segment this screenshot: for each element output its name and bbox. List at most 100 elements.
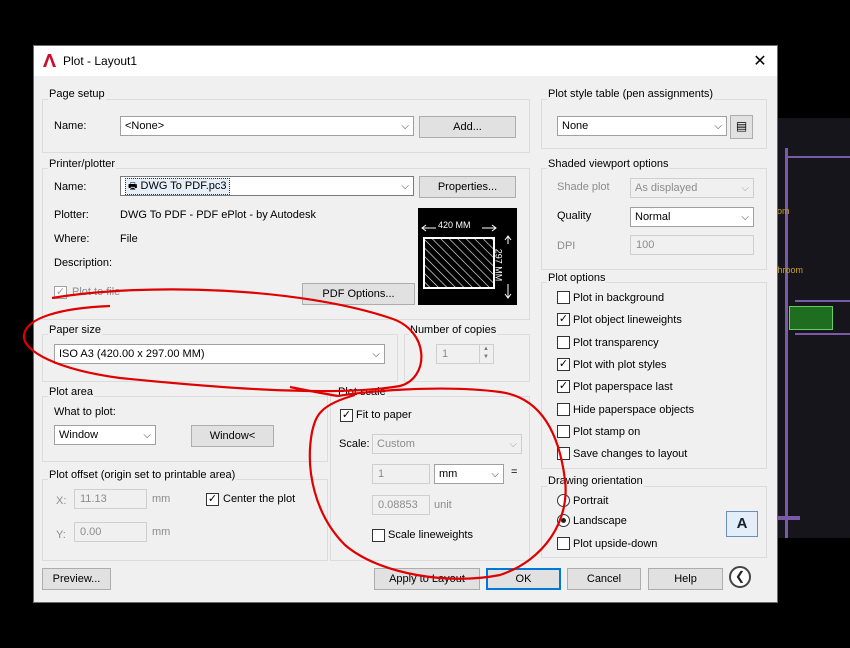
collapse-options-icon[interactable]: ❮	[729, 566, 751, 588]
fit-to-paper-checkbox[interactable]: ✓	[340, 409, 353, 422]
ok-button[interactable]: OK	[486, 568, 561, 590]
printer-icon: 🖶	[128, 181, 138, 192]
plot-area-title: Plot area	[48, 386, 95, 398]
fit-to-paper-label: Fit to paper	[356, 409, 412, 421]
plot-offset-title: Plot offset (origin set to printable are…	[48, 469, 237, 481]
plot-option-label: Plot transparency	[573, 336, 659, 349]
help-button[interactable]: Help	[648, 568, 723, 590]
center-plot-label: Center the plot	[223, 493, 296, 505]
scale-value2-input[interactable]: 0.08853	[372, 495, 430, 515]
cad-wall	[795, 300, 850, 302]
plot-scale-title: Plot scale	[337, 386, 387, 398]
plot-option-label: Plot in background	[573, 292, 665, 304]
plot-option-checkbox[interactable]: ✓	[557, 357, 570, 371]
offset-x-unit: mm	[152, 493, 171, 505]
add-button[interactable]: Add...	[419, 116, 516, 138]
apply-to-layout-button[interactable]: Apply to Layout	[374, 568, 480, 590]
preview-button[interactable]: Preview...	[42, 568, 111, 590]
pdf-options-button[interactable]: PDF Options...	[302, 283, 415, 305]
offset-y-unit: mm	[152, 526, 171, 538]
shade-plot-select[interactable]: As displayed ⌵	[630, 178, 754, 198]
what-to-plot-select[interactable]: Window ⌵	[54, 425, 156, 445]
offset-x-label: X:	[56, 495, 67, 507]
chevron-down-icon: ⌵	[714, 121, 722, 132]
edit-plot-style-icon[interactable]: ▤	[730, 115, 753, 139]
quality-select[interactable]: Normal ⌵	[630, 207, 754, 227]
chevron-down-icon: ⌵	[741, 212, 749, 223]
plot-options-group	[541, 282, 767, 469]
landscape-radio[interactable]	[557, 514, 570, 527]
plot-option-label: Save changes to layout	[573, 448, 688, 461]
chevron-down-icon: ⌵	[372, 349, 380, 360]
preview-height-label: 297 MM	[493, 248, 504, 282]
plot-option-checkbox[interactable]: ✓	[557, 380, 570, 394]
chevron-down-icon: ⌵	[509, 439, 517, 450]
scale-label: Scale:	[339, 438, 370, 450]
plotter-value: DWG To PDF - PDF ePlot - by Autodesk	[120, 209, 317, 221]
dpi-input[interactable]: 100	[630, 235, 754, 255]
scale-unit-select[interactable]: mm ⌵	[434, 464, 504, 484]
paper-size-title: Paper size	[48, 324, 102, 336]
shaded-viewport-title: Shaded viewport options	[547, 158, 670, 170]
plot-option-label: Hide paperspace objects	[573, 403, 695, 416]
cad-room-label: throom	[775, 265, 804, 275]
paper-size-value: ISO A3 (420.00 x 297.00 MM)	[59, 348, 205, 360]
page-setup-title: Page setup	[48, 88, 106, 100]
cad-wall	[795, 333, 850, 335]
chevron-down-icon: ⌵	[401, 181, 409, 192]
offset-y-input[interactable]: 0.00	[74, 522, 147, 542]
plot-to-file-label: Plot to file	[72, 286, 121, 298]
page-setup-name-select[interactable]: <None> ⌵	[120, 116, 414, 136]
plot-option-checkbox[interactable]	[557, 447, 570, 461]
where-value: File	[120, 233, 138, 245]
scale-select[interactable]: Custom ⌵	[372, 434, 522, 454]
window-title: Plot - Layout1	[63, 54, 138, 68]
equals-label: =	[511, 466, 518, 478]
plot-to-file-checkbox[interactable]: ✓	[54, 286, 67, 299]
portrait-radio[interactable]	[557, 494, 570, 507]
chevron-down-icon: ⌵	[143, 430, 151, 441]
paper-size-select[interactable]: ISO A3 (420.00 x 297.00 MM) ⌵	[54, 344, 385, 364]
chevron-down-icon: ⌵	[401, 121, 409, 132]
close-icon[interactable]: ✕	[751, 51, 769, 71]
scale-value1-input[interactable]: 1	[372, 464, 430, 484]
cad-canvas: om throom	[775, 118, 850, 538]
plot-option-checkbox[interactable]	[557, 335, 570, 349]
orientation-title: Drawing orientation	[547, 475, 644, 487]
cad-room-label: om	[777, 206, 790, 216]
scale-unit2-label: unit	[434, 499, 452, 511]
properties-button[interactable]: Properties...	[419, 176, 516, 198]
cad-hatch	[789, 306, 833, 330]
plot-option-checkbox[interactable]	[557, 291, 570, 304]
plot-option-checkbox[interactable]: ✓	[557, 313, 570, 327]
plot-style-select[interactable]: None ⌵	[557, 116, 727, 136]
window-button[interactable]: Window<	[191, 425, 274, 447]
plot-option-checkbox[interactable]	[557, 424, 570, 438]
copies-input[interactable]: 1 ▲ ▼	[436, 344, 494, 364]
upside-down-label: Plot upside-down	[573, 538, 658, 550]
plot-option-label: Plot stamp on	[573, 425, 641, 438]
shade-plot-label: Shade plot	[557, 181, 610, 193]
center-plot-checkbox[interactable]: ✓	[206, 493, 219, 506]
portrait-label: Portrait	[573, 495, 609, 507]
offset-x-input[interactable]: 11.13	[74, 489, 147, 509]
plot-dialog: Plot - Layout1 ✕ Page setup Name: <None>…	[33, 45, 778, 603]
plot-option-label: Plot with plot styles	[573, 358, 667, 371]
preview-width-label: 420 MM	[438, 220, 471, 230]
copies-spinner[interactable]: ▲ ▼	[479, 345, 492, 363]
plot-option-checkbox[interactable]	[557, 402, 570, 416]
printer-name-select[interactable]: 🖶 DWG To PDF.pc3 ⌵	[120, 176, 414, 196]
copies-title: Number of copies	[409, 324, 498, 336]
scale-lineweights-checkbox[interactable]	[372, 529, 385, 542]
printer-name-value: DWG To PDF.pc3	[140, 180, 227, 192]
cancel-button[interactable]: Cancel	[567, 568, 641, 590]
scale-lineweights-label: Scale lineweights	[388, 529, 473, 541]
printer-selected: 🖶 DWG To PDF.pc3	[125, 178, 230, 195]
upside-down-checkbox[interactable]	[557, 537, 570, 550]
paper-preview: 420 MM 297 MM	[418, 208, 517, 305]
autocad-logo-icon	[43, 54, 56, 67]
cad-wall	[775, 516, 800, 520]
chevron-down-icon: ⌵	[491, 469, 499, 480]
offset-y-label: Y:	[56, 529, 66, 541]
landscape-label: Landscape	[573, 515, 627, 527]
